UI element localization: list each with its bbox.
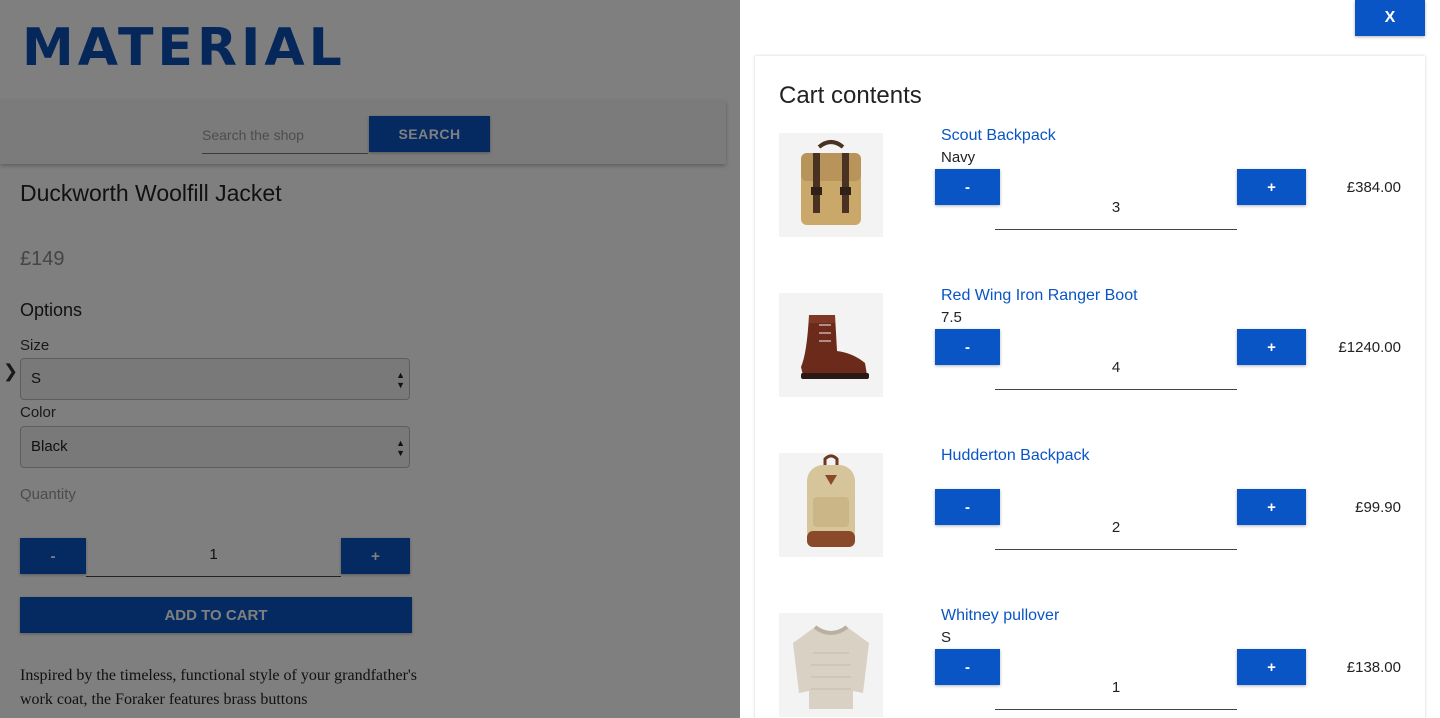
cart-item-increment-button[interactable]: + bbox=[1237, 489, 1306, 525]
cart-item-name[interactable]: Hudderton Backpack bbox=[941, 447, 1090, 465]
cart-drawer: X Cart contents Scout Backpack Navy - 3 … bbox=[740, 0, 1440, 718]
cart-item: Whitney pullover S - 1 + £138.00 bbox=[755, 607, 1425, 718]
modal-backdrop[interactable] bbox=[0, 0, 740, 718]
cart-item-increment-button[interactable]: + bbox=[1237, 649, 1306, 685]
cart-item: Scout Backpack Navy - 3 + £384.00 bbox=[755, 127, 1425, 243]
cart-item-decrement-button[interactable]: - bbox=[935, 489, 1000, 525]
cart-card: Cart contents Scout Backpack Navy - 3 + … bbox=[755, 56, 1425, 718]
boot-icon[interactable] bbox=[779, 293, 883, 397]
cart-item-variant: Navy bbox=[941, 149, 976, 166]
cart-item-decrement-button[interactable]: - bbox=[935, 329, 1000, 365]
cart-item-quantity[interactable]: 3 bbox=[995, 191, 1237, 230]
cart-item-increment-button[interactable]: + bbox=[1237, 169, 1306, 205]
cart-item-quantity[interactable]: 2 bbox=[995, 511, 1237, 550]
backpack-icon[interactable] bbox=[779, 133, 883, 237]
cart-item-quantity[interactable]: 4 bbox=[995, 351, 1237, 390]
close-cart-button[interactable]: X bbox=[1355, 0, 1425, 36]
cart-title: Cart contents bbox=[779, 82, 922, 109]
cart-item: Hudderton Backpack - 2 + £99.90 bbox=[755, 447, 1425, 563]
cart-item-name[interactable]: Whitney pullover bbox=[941, 607, 1059, 625]
cart-item-quantity[interactable]: 1 bbox=[995, 671, 1237, 710]
cart-item-name[interactable]: Scout Backpack bbox=[941, 127, 1056, 145]
cart-item: Red Wing Iron Ranger Boot 7.5 - 4 + £124… bbox=[755, 287, 1425, 403]
cart-item-name[interactable]: Red Wing Iron Ranger Boot bbox=[941, 287, 1138, 305]
cart-item-variant: S bbox=[941, 629, 952, 646]
backpack-icon[interactable] bbox=[779, 453, 883, 557]
cart-item-decrement-button[interactable]: - bbox=[935, 169, 1000, 205]
cart-item-price: £1240.00 bbox=[1338, 339, 1401, 356]
cart-item-price: £384.00 bbox=[1346, 179, 1401, 196]
product-page: MATERIAL SEARCH Duckworth Woolfill Jacke… bbox=[0, 0, 740, 718]
cart-item-variant: 7.5 bbox=[941, 309, 962, 326]
sweater-icon[interactable] bbox=[779, 613, 883, 717]
cart-item-decrement-button[interactable]: - bbox=[935, 649, 1000, 685]
cart-item-price: £99.90 bbox=[1355, 499, 1401, 516]
cart-item-increment-button[interactable]: + bbox=[1237, 329, 1306, 365]
cart-item-price: £138.00 bbox=[1346, 659, 1401, 676]
